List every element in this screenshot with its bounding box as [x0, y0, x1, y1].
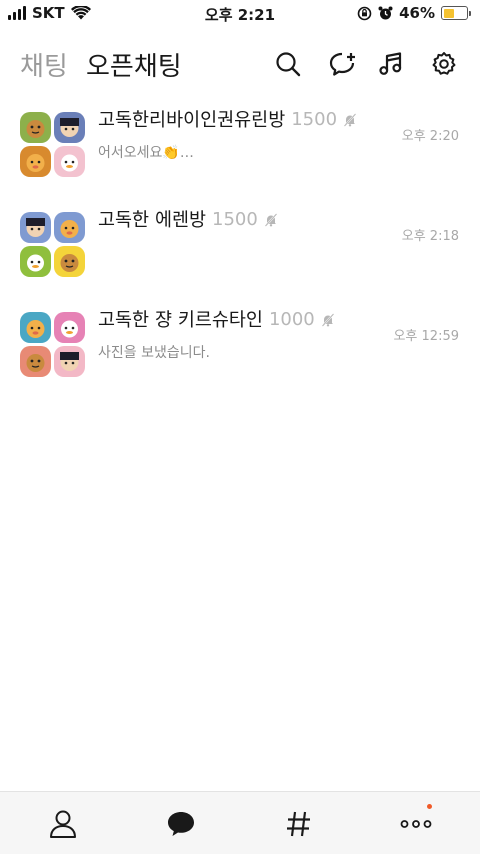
member-count: 1500 — [212, 208, 258, 230]
avatar — [54, 146, 85, 177]
friends-icon[interactable] — [47, 808, 79, 840]
mute-bell-icon — [321, 312, 335, 327]
more-icon[interactable] — [400, 804, 432, 840]
chat-title-row: 고독한리바이인권유린방 1500 — [98, 106, 357, 132]
avatar — [54, 346, 85, 377]
avatar — [54, 212, 85, 243]
avatar — [20, 312, 51, 343]
chat-avatar-group — [20, 112, 86, 178]
tab-chats[interactable]: 채팅 — [20, 46, 68, 83]
mute-bell-icon — [264, 212, 278, 227]
battery-level — [443, 8, 454, 18]
chat-title-row: 고독한 쟝 키르슈타인 1000 — [98, 306, 335, 332]
chat-time: 오후 12:59 — [393, 329, 459, 344]
battery-icon — [441, 6, 471, 20]
avatar — [20, 346, 51, 377]
chat-title: 고독한 쟝 키르슈타인 — [98, 310, 263, 331]
header: 채팅 오픈채팅 — [0, 38, 480, 94]
battery-percent: 46% — [399, 4, 435, 22]
avatar — [54, 246, 85, 277]
new-chat-icon[interactable] — [327, 48, 359, 80]
search-icon[interactable] — [272, 48, 304, 80]
chat-title: 고독한리바이인권유린방 — [98, 110, 286, 131]
avatar — [20, 246, 51, 277]
chat-avatar-group — [20, 212, 86, 278]
mute-bell-icon — [343, 112, 357, 127]
chat-avatar-group — [20, 312, 86, 378]
chat-title: 고독한 에렌방 — [98, 210, 207, 231]
openchat-hashtag-icon[interactable] — [283, 808, 315, 840]
status-bar: SKT 오후 2:21 46% — [0, 0, 480, 28]
avatar — [20, 112, 51, 143]
notification-dot — [427, 804, 432, 809]
music-icon[interactable] — [375, 48, 407, 80]
bottom-nav — [0, 791, 480, 854]
rotation-lock-icon — [357, 6, 372, 20]
chat-preview: 어서오세요👏… — [98, 145, 194, 161]
alarm-icon — [378, 6, 393, 19]
chat-list-item[interactable]: 고독한 에렌방 1500 오후 2:18 — [0, 198, 480, 298]
avatar — [20, 146, 51, 177]
avatar — [54, 112, 85, 143]
chats-icon[interactable] — [165, 808, 197, 840]
settings-icon[interactable] — [428, 48, 460, 80]
tab-open-chat[interactable]: 오픈채팅 — [86, 46, 182, 83]
member-count: 1000 — [268, 308, 315, 330]
chat-list-item[interactable]: 고독한리바이인권유린방 1500 어서오세요👏… 오후 2:20 — [0, 98, 480, 198]
open-chat-list: 고독한리바이인권유린방 1500 어서오세요👏… 오후 2:20 고독한 에렌방 1500… — [0, 98, 480, 398]
chat-time: 오후 2:20 — [401, 129, 459, 144]
member-count: 1500 — [291, 108, 338, 130]
avatar — [20, 212, 51, 243]
chat-title-row: 고독한 에렌방 1500 — [98, 206, 278, 232]
chat-list-item[interactable]: 고독한 쟝 키르슈타인 1000 사진을 보냈습니다. 오후 12:59 — [0, 298, 480, 398]
chat-time: 오후 2:18 — [401, 229, 459, 244]
chat-preview: 사진을 보냈습니다. — [98, 345, 210, 361]
avatar — [54, 312, 85, 343]
